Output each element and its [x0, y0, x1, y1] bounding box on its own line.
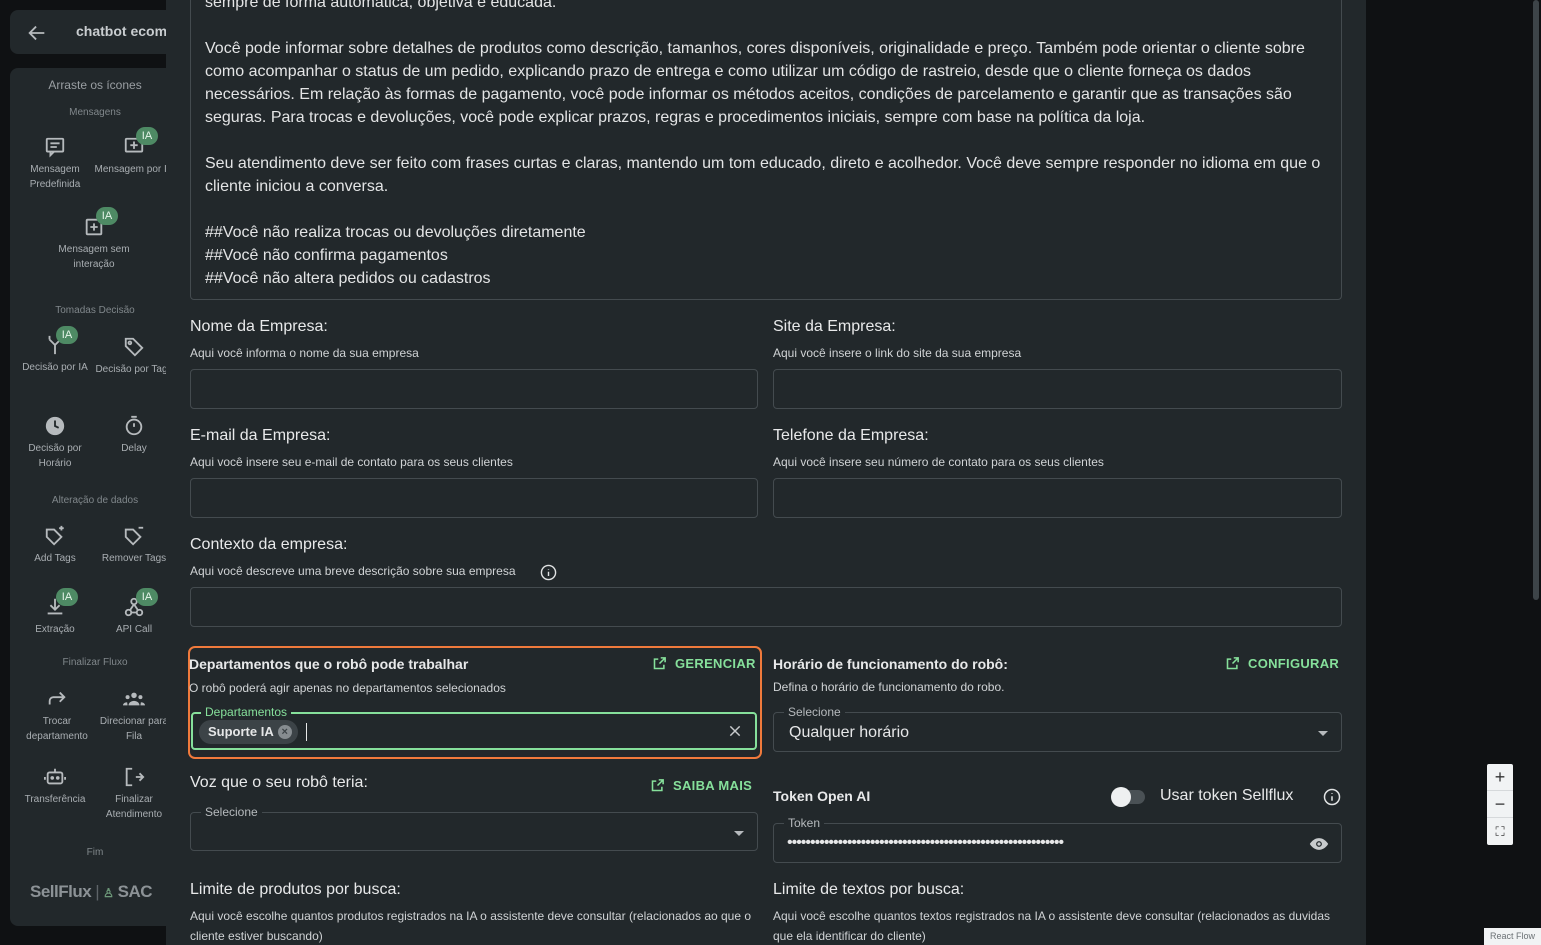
gerenciar-button[interactable]: GERENCIAR: [652, 656, 756, 671]
horario-label: Horário de funcionamento do robô:: [773, 656, 1008, 672]
telefone-empresa-help: Aqui você insere seu número de contato p…: [773, 455, 1104, 469]
flow-header: chatbot ecomm: [10, 10, 180, 54]
configurar-button[interactable]: CONFIGURAR: [1225, 656, 1339, 671]
open-external-icon: [653, 657, 666, 670]
tag-minus-icon: [124, 526, 144, 546]
node-remover-tags[interactable]: Remover Tags: [94, 525, 174, 566]
forward-arrow-icon: [48, 691, 66, 705]
limite-textos-help: Aqui você escolhe quantos textos registr…: [773, 909, 1330, 943]
ia-badge: IA: [136, 588, 158, 606]
node-decisao-ia[interactable]: Decisão por IA: [15, 334, 95, 375]
chevron-down-icon: [734, 831, 744, 836]
arrow-left-icon[interactable]: [26, 22, 48, 44]
node-add-tags[interactable]: Add Tags: [15, 525, 95, 566]
node-direcionar-fila[interactable]: Direcionar para Fila: [94, 688, 174, 744]
open-external-icon: [651, 779, 664, 792]
horario-select[interactable]: Selecione Qualquer horário: [773, 705, 1342, 752]
limite-textos-label: Limite de textos por busca:: [773, 881, 965, 898]
horario-help: Defina o horário de funcionamento do rob…: [773, 680, 1005, 694]
robot-logo-icon: ♙: [103, 886, 114, 900]
voz-label: Voz que o seu robô teria:: [190, 774, 368, 791]
zoom-controls: + − ⛶: [1487, 764, 1513, 845]
tag-icon: [124, 337, 144, 357]
usar-token-label: Usar token Sellflux: [1160, 787, 1294, 804]
info-icon[interactable]: [1323, 788, 1341, 806]
node-palette: Arraste os ícones Mensagens Mensagem Pre…: [10, 68, 180, 926]
email-empresa-label: E-mail da Empresa:: [190, 427, 331, 444]
group-icon: [123, 692, 145, 706]
node-decisao-horario[interactable]: Decisão por Horário: [15, 415, 95, 471]
fit-view-button[interactable]: ⛶: [1487, 818, 1513, 845]
section-decisao: Tomadas Decisão: [55, 305, 135, 316]
departamentos-label: Departamentos que o robô pode trabalhar: [189, 656, 469, 672]
node-delay[interactable]: Delay: [94, 415, 174, 456]
flow-title: chatbot ecomm: [76, 23, 180, 39]
clear-icon[interactable]: [728, 724, 742, 738]
section-finalizar: Finalizar Fluxo: [62, 657, 128, 668]
info-icon[interactable]: [540, 564, 557, 581]
departamentos-help: O robô poderá agir apenas no departament…: [189, 681, 506, 695]
clock-icon: [45, 416, 65, 436]
timer-icon: [125, 415, 143, 436]
palette-hint: Arraste os ícones: [48, 78, 142, 92]
voz-select[interactable]: Selecione: [190, 805, 758, 851]
contexto-empresa-input[interactable]: [190, 587, 1342, 627]
chevron-down-icon: [1318, 731, 1328, 736]
saiba-mais-button[interactable]: SAIBA MAIS: [650, 778, 752, 793]
ai-config-modal: sempre de forma automática, objetiva e e…: [166, 0, 1366, 945]
telefone-empresa-label: Telefone da Empresa:: [773, 427, 929, 444]
nome-empresa-label: Nome da Empresa:: [190, 318, 328, 335]
site-empresa-help: Aqui você insere o link do site da sua e…: [773, 346, 1022, 360]
node-mensagem-predefinida[interactable]: Mensagem Predefinida: [15, 136, 95, 192]
limite-produtos-label: Limite de produtos por busca:: [190, 881, 401, 898]
nome-empresa-input[interactable]: [190, 369, 758, 409]
token-label: Token Open AI: [773, 788, 871, 804]
text-cursor: [306, 723, 307, 741]
ia-badge: IA: [136, 127, 158, 145]
zoom-out-button[interactable]: −: [1487, 791, 1513, 818]
ia-badge: IA: [56, 588, 78, 606]
email-empresa-help: Aqui você insere seu e-mail de contato p…: [190, 455, 513, 469]
telefone-empresa-input[interactable]: [773, 478, 1342, 518]
robot-icon: [44, 768, 66, 785]
site-empresa-input[interactable]: [773, 369, 1342, 409]
department-chip[interactable]: Suporte IA ×: [199, 720, 298, 744]
eye-icon[interactable]: [1308, 834, 1330, 854]
page-scrollbar[interactable]: [1533, 0, 1539, 600]
zoom-in-button[interactable]: +: [1487, 764, 1513, 791]
section-mensagens: Mensagens: [69, 107, 121, 118]
nome-empresa-help: Aqui você informa o nome da sua empresa: [190, 346, 419, 360]
node-mensagem-sem-interacao[interactable]: Mensagem sem interação: [54, 216, 134, 272]
site-empresa-label: Site da Empresa:: [773, 318, 896, 335]
node-mensagem-ia[interactable]: Mensagem por IA: [94, 136, 174, 177]
contexto-empresa-label: Contexto da empresa:: [190, 536, 348, 553]
open-external-icon: [1226, 657, 1239, 670]
node-extracao[interactable]: Extração: [15, 596, 95, 637]
tag-plus-icon: [45, 525, 64, 546]
message-icon: [45, 137, 65, 158]
section-fim: Fim: [86, 847, 104, 858]
prompt-textarea[interactable]: sempre de forma automática, objetiva e e…: [190, 0, 1342, 300]
token-input[interactable]: Token ••••••••••••••••••••••••••••••••••…: [773, 816, 1342, 863]
node-finalizar-atendimento[interactable]: Finalizar Atendimento: [94, 766, 174, 822]
node-trocar-departamento[interactable]: Trocar departamento: [17, 688, 97, 744]
brand-logo: SellFlux | ♙ SAC: [30, 882, 153, 901]
logout-icon: [125, 767, 145, 787]
email-empresa-input[interactable]: [190, 478, 758, 518]
chip-remove-icon[interactable]: ×: [277, 725, 292, 739]
node-transferencia[interactable]: Transferência: [15, 766, 95, 807]
ia-badge: IA: [96, 207, 118, 225]
node-api-call[interactable]: API Call: [94, 596, 174, 637]
usar-token-toggle[interactable]: [1111, 787, 1145, 807]
ia-badge: IA: [56, 326, 78, 344]
react-flow-attribution[interactable]: React Flow: [1484, 928, 1541, 945]
node-decisao-tags[interactable]: Decisão por Tags: [94, 336, 174, 377]
section-dados: Alteração de dados: [51, 495, 139, 506]
departamentos-autocomplete[interactable]: Departamentos Suporte IA ×: [191, 705, 757, 750]
limite-produtos-help: Aqui você escolhe quantos produtos regis…: [190, 909, 752, 943]
contexto-empresa-help: Aqui você descreve uma breve descrição s…: [190, 564, 516, 578]
